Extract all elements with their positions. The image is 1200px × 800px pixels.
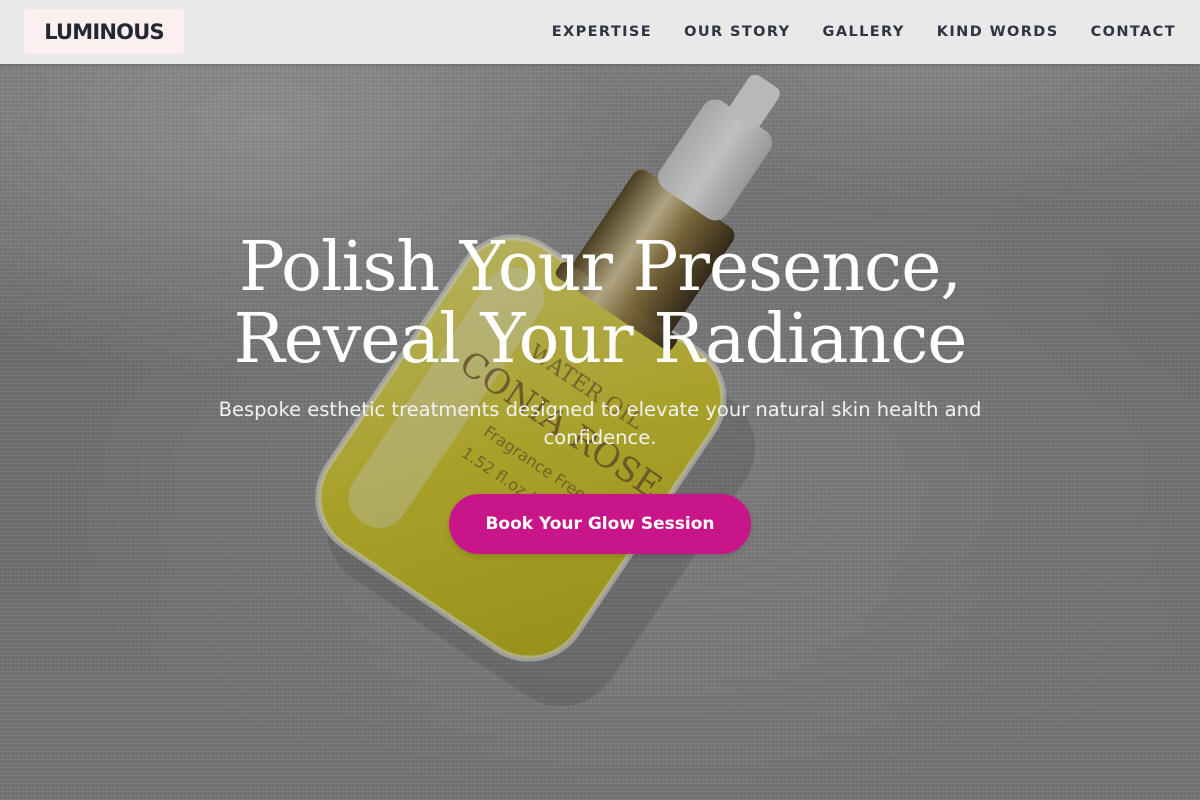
nav-link-our-story[interactable]: OUR STORY <box>684 24 790 40</box>
page: CONIA ROSE WATER OIL Fragrance Free 1.52… <box>0 0 1200 800</box>
hero-title: Polish Your Presence, Reveal Your Radian… <box>0 232 1200 376</box>
nav-link-gallery[interactable]: GALLERY <box>823 24 905 40</box>
hero-title-line-2: Reveal Your Radiance <box>233 300 967 379</box>
nav-link-contact[interactable]: CONTACT <box>1091 24 1176 40</box>
main-nav: EXPERTISE OUR STORY GALLERY KIND WORDS C… <box>552 0 1176 64</box>
site-header: LUMINOUS EXPERTISE OUR STORY GALLERY KIN… <box>0 0 1200 64</box>
logo[interactable]: LUMINOUS <box>24 9 184 54</box>
hero-section: Polish Your Presence, Reveal Your Radian… <box>0 232 1200 554</box>
book-glow-session-button[interactable]: Book Your Glow Session <box>449 494 751 554</box>
nav-link-kind-words[interactable]: KIND WORDS <box>937 24 1059 40</box>
hero-title-line-1: Polish Your Presence, <box>239 228 962 307</box>
nav-link-expertise[interactable]: EXPERTISE <box>552 24 652 40</box>
hero-subtitle: Bespoke esthetic treatments designed to … <box>218 398 982 449</box>
